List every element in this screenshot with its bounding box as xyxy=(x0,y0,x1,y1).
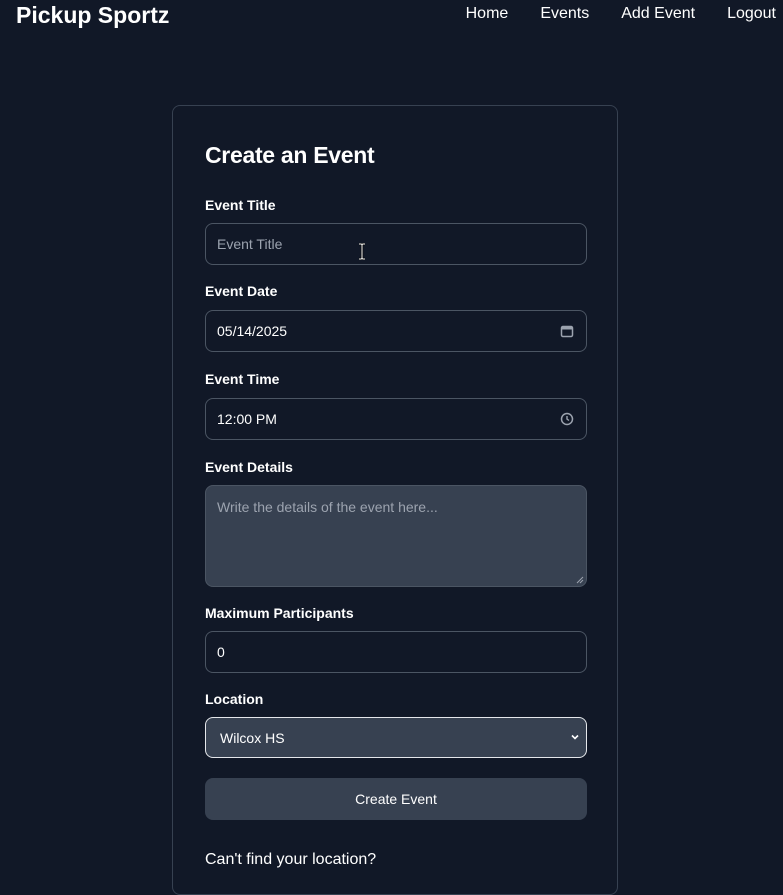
create-event-card: Create an Event Event Title Event Title … xyxy=(172,105,618,895)
create-event-button[interactable]: Create Event xyxy=(205,778,587,820)
event-time-input[interactable]: 12:00 PM xyxy=(205,398,587,440)
brand-logo[interactable]: Pickup Sportz xyxy=(16,1,169,29)
event-title-label: Event Title xyxy=(205,197,276,213)
location-selected-value: Wilcox HS xyxy=(220,729,285,746)
navbar: Pickup Sportz Home Events Add Event Logo… xyxy=(0,0,783,28)
page-title: Create an Event xyxy=(205,142,375,168)
event-details-textarea[interactable]: Write the details of the event here... xyxy=(205,485,587,587)
nav-link-events[interactable]: Events xyxy=(540,4,589,24)
calendar-icon[interactable] xyxy=(560,324,574,338)
nav-link-logout[interactable]: Logout xyxy=(727,4,776,24)
event-title-input[interactable]: Event Title xyxy=(205,223,587,265)
cant-find-location-text: Can't find your location? xyxy=(205,851,377,868)
max-participants-value: 0 xyxy=(217,644,225,660)
resize-grip-icon[interactable] xyxy=(576,576,584,584)
event-details-placeholder: Write the details of the event here... xyxy=(217,499,438,515)
event-time-label: Event Time xyxy=(205,371,280,387)
max-participants-label: Maximum Participants xyxy=(205,605,354,621)
event-details-label: Event Details xyxy=(205,459,293,475)
event-title-placeholder: Event Title xyxy=(217,236,283,252)
location-label: Location xyxy=(205,691,264,707)
text-cursor-icon xyxy=(359,243,365,260)
nav-link-home[interactable]: Home xyxy=(466,4,509,24)
max-participants-input[interactable]: 0 xyxy=(205,631,587,673)
location-select[interactable]: Wilcox HS xyxy=(205,717,587,758)
event-time-value: 12:00 PM xyxy=(217,411,277,427)
event-date-input[interactable]: 05/14/2025 xyxy=(205,310,587,352)
clock-icon[interactable] xyxy=(560,412,574,426)
event-date-value: 05/14/2025 xyxy=(217,323,288,339)
event-date-label: Event Date xyxy=(205,283,278,299)
nav-links: Home Events Add Event Logout xyxy=(466,4,783,24)
nav-link-add-event[interactable]: Add Event xyxy=(621,4,695,24)
chevron-down-icon xyxy=(571,734,579,740)
